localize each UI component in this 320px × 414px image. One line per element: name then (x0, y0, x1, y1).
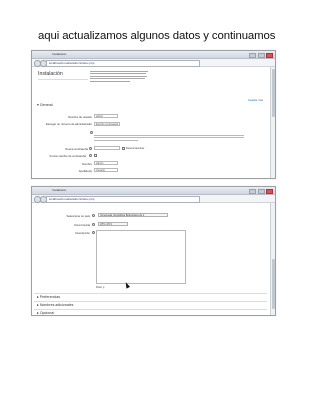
section-optional[interactable]: ▸ Opcional (37, 311, 54, 315)
help-icon[interactable] (90, 131, 93, 134)
screenshot-installation-general: Instalacion localhost/moodle/admin/index… (31, 50, 276, 179)
section-optional-label: Opcional (39, 311, 54, 315)
browser-toolbar: localhost/moodle/admin/index.php (32, 195, 275, 203)
section-additional-names-label: Nombres adicionales (39, 303, 74, 307)
address-bar[interactable]: localhost/moodle/admin/index.php (46, 196, 200, 203)
scrollbar[interactable] (270, 67, 275, 178)
section-general[interactable]: ▾ General (37, 103, 53, 107)
help-icon[interactable] (92, 231, 95, 234)
last-name-label: Apellido(s) (78, 169, 92, 173)
timezone-select-value: UTC-4,5 (100, 223, 110, 226)
timezone-select[interactable]: UTC-4,5 ▾ (98, 222, 128, 226)
browser-titlebar: Instalacion (32, 51, 275, 59)
username-label: Nombre de usuario (68, 115, 92, 119)
section-preferences[interactable]: ▸ Preferencias (37, 295, 60, 299)
editor-path: Ruta: p (96, 286, 105, 289)
admin-number-label: Escoger un número de administrador (45, 122, 92, 126)
help-icon[interactable] (92, 214, 95, 217)
unmask-checkbox[interactable] (122, 147, 125, 150)
divider (34, 293, 267, 294)
force-change-label: Forzar cambio de contraseña (49, 154, 86, 158)
help-icon[interactable] (89, 154, 92, 157)
window-controls (249, 188, 273, 194)
unmask-label: Desenmascarar (126, 147, 145, 150)
section-general-label: General (39, 103, 53, 107)
divider (34, 309, 267, 310)
screenshot-installation-details: Instalacion localhost/moodle/admin/index… (31, 186, 276, 316)
admin-number-field[interactable]: Escribe contraseña (94, 122, 120, 126)
help-icon[interactable] (89, 147, 92, 150)
intro-paragraph (90, 71, 148, 83)
section-preferences-label: Preferencias (39, 295, 60, 299)
maximize-icon[interactable] (257, 188, 265, 194)
close-icon[interactable] (266, 52, 273, 58)
country-select-value: Venezuela, República Bolivariana de (100, 214, 143, 217)
last-name-field[interactable]: Usuario (94, 168, 118, 172)
browser-tab-title[interactable]: Instalacion (52, 188, 66, 192)
timezone-label: Zona horaria (74, 223, 90, 227)
page-heading: aqui actualizamos algunos datos y contin… (38, 30, 276, 42)
scrollbar[interactable] (270, 203, 275, 315)
scrollbar-thumb[interactable] (271, 259, 275, 309)
minimize-icon[interactable] (249, 52, 256, 58)
minimize-icon[interactable] (249, 188, 256, 194)
country-select[interactable]: Venezuela, República Bolivariana de ▾ (98, 213, 168, 217)
new-password-label: Nueva contraseña (65, 147, 88, 151)
description-textarea[interactable] (96, 230, 186, 284)
first-name-field[interactable]: Admin (94, 161, 118, 165)
settings-link[interactable]: Guardar más (248, 99, 263, 102)
password-policy-text (94, 135, 244, 142)
maximize-icon[interactable] (257, 52, 265, 58)
new-password-field[interactable] (94, 146, 120, 150)
close-icon[interactable] (266, 188, 273, 194)
section-additional-names[interactable]: ▸ Nombres adicionales (37, 303, 73, 307)
username-field[interactable]: admin (94, 114, 118, 118)
description-label: Descripción (75, 231, 90, 235)
force-change-checkbox[interactable] (94, 154, 97, 157)
page-title: Instalación (38, 71, 63, 77)
country-label: Seleccione su país (66, 214, 90, 218)
browser-tab-title[interactable]: Instalacion (52, 52, 66, 56)
first-name-label: Nombre (82, 162, 92, 166)
divider (34, 301, 267, 302)
title-rule (38, 79, 88, 80)
window-controls (249, 52, 273, 58)
browser-toolbar: localhost/moodle/admin/index.php (32, 59, 275, 67)
browser-titlebar: Instalacion (32, 187, 275, 195)
address-bar[interactable]: localhost/moodle/admin/index.php (46, 60, 200, 67)
help-icon[interactable] (92, 223, 95, 226)
scrollbar-thumb[interactable] (271, 69, 275, 117)
